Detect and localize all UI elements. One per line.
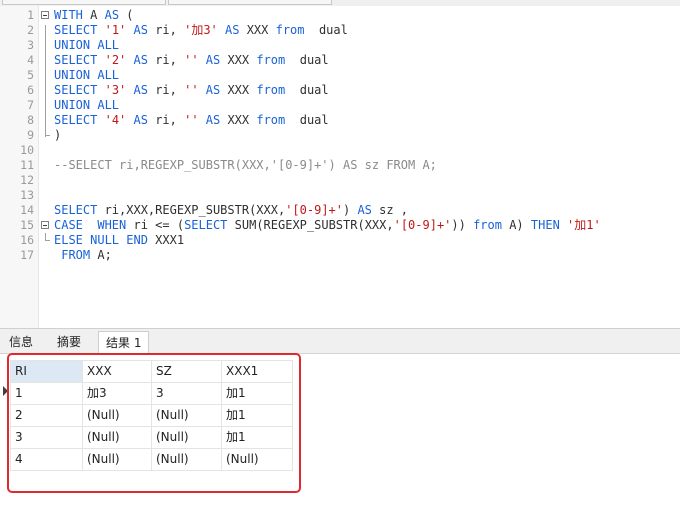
line-number: 14 [20,203,34,217]
code-line[interactable]: 12 [0,173,680,188]
tab-summary[interactable]: 摘要 [50,333,88,352]
fold-guide [45,25,46,137]
code-text: UNION ALL [54,98,120,112]
code-text: SELECT ri,XXX,REGEXP_SUBSTR(XXX,'[0-9]+'… [54,203,409,217]
code-text: CASE WHEN ri <= (SELECT SUM(REGEXP_SUBST… [54,218,601,232]
code-line[interactable]: 11 --SELECT ri,REGEXP_SUBSTR(XXX,'[0-9]+'… [0,158,680,173]
code-text: UNION ALL [54,38,120,52]
code-line[interactable]: 10 [0,143,680,158]
code-text: ) [54,128,62,142]
code-line[interactable]: 9) [0,128,680,143]
line-number: 4 [27,53,34,67]
fold-toggle-icon[interactable] [41,221,49,229]
line-number: 17 [20,248,34,262]
toolbar-dropdown-1[interactable] [2,0,166,5]
code-line[interactable]: 5 UNION ALL [0,68,680,83]
code-line[interactable]: 13 [0,188,680,203]
result-tabs: 信息 摘要 结果 1 [0,329,680,354]
code-line[interactable]: 7 UNION ALL [0,98,680,113]
line-number: 13 [20,188,34,202]
line-number: 11 [20,158,34,172]
code-text: FROM A; [61,248,112,262]
line-number: 8 [27,113,34,127]
code-text: SELECT '2' AS ri, '' AS XXX from dual [54,53,329,67]
line-number: 2 [27,23,34,37]
code-line[interactable]: 16 ELSE NULL END XXX1 [0,233,680,248]
line-number: 12 [20,173,34,187]
code-line[interactable]: 17 FROM A; [0,248,680,263]
line-number: 5 [27,68,34,82]
code-line[interactable]: 6 SELECT '3' AS ri, '' AS XXX from dual [0,83,680,98]
code-line[interactable]: 14 SELECT ri,XXX,REGEXP_SUBSTR(XXX,'[0-9]… [0,203,680,218]
line-number: 10 [20,143,34,157]
line-number: 6 [27,83,34,97]
code-line[interactable]: 15 CASE WHEN ri <= (SELECT SUM(REGEXP_SUB… [0,218,680,233]
line-number: 7 [27,98,34,112]
code-line[interactable]: 3 UNION ALL [0,38,680,53]
line-number: 15 [20,218,34,232]
code-text: --SELECT ri,REGEXP_SUBSTR(XXX,'[0-9]+') … [54,158,437,172]
code-line[interactable]: 2 SELECT '1' AS ri, '加3' AS XXX from dual [0,23,680,38]
code-line[interactable]: 1 WITH A AS ( [0,8,680,23]
fold-toggle-icon[interactable] [41,11,49,19]
code-line[interactable]: 8 SELECT '4' AS ri, '' AS XXX from dual [0,113,680,128]
code-text: SELECT '3' AS ri, '' AS XXX from dual [54,83,329,97]
line-number: 9 [27,128,34,142]
code-text: UNION ALL [54,68,120,82]
tab-result-1[interactable]: 结果 1 [98,331,150,354]
line-number: 1 [27,8,34,22]
toolbar-dropdown-2[interactable] [168,0,332,5]
sql-editor[interactable]: 1 WITH A AS ( 2 SELECT '1' AS ri, '加3' AS X… [0,6,680,328]
code-text: SELECT '4' AS ri, '' AS XXX from dual [54,113,329,127]
line-number: 3 [27,38,34,52]
code-line[interactable]: 4 SELECT '2' AS ri, '' AS XXX from dual [0,53,680,68]
code-text: ELSE NULL END XXX1 [54,233,185,247]
tab-info[interactable]: 信息 [2,333,40,352]
annotation-highlight-box [7,353,301,493]
fold-guide [45,235,46,240]
line-number: 16 [20,233,34,247]
code-text: WITH A AS ( [54,8,134,22]
code-text: SELECT '1' AS ri, '加3' AS XXX from dual [54,23,348,37]
